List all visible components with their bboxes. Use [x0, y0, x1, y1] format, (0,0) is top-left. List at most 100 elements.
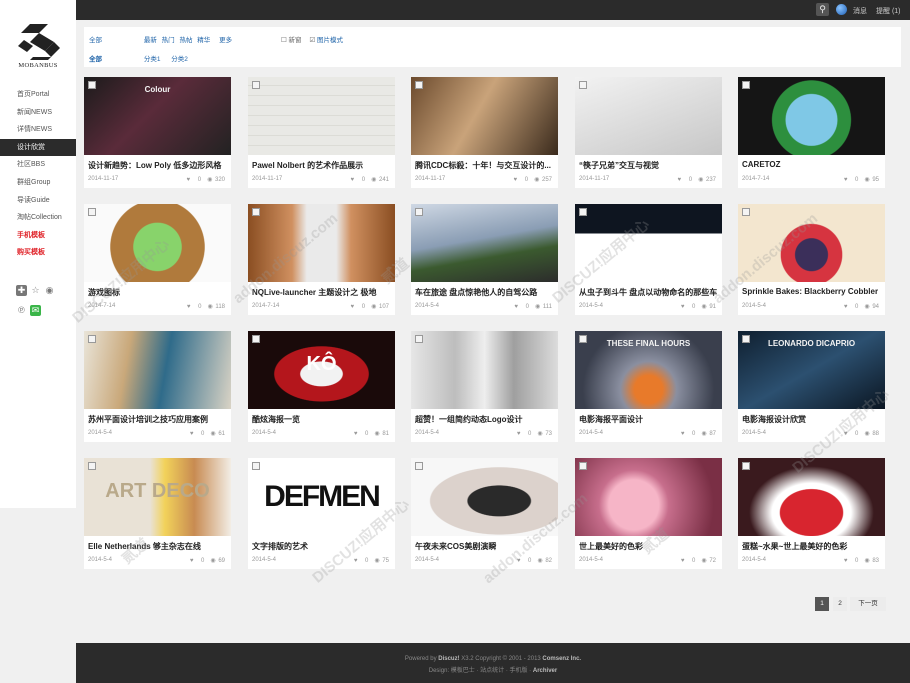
post-title[interactable]: CARETOZ — [742, 160, 882, 169]
globe-icon[interactable] — [836, 4, 847, 15]
post-thumbnail[interactable]: Colour — [84, 77, 231, 155]
post-thumbnail[interactable]: THESE FINAL HOURS — [575, 331, 722, 409]
plus-share-icon[interactable]: ✚ — [16, 285, 27, 296]
post-title[interactable]: Pawel Nolbert 的艺术作品展示 — [252, 160, 392, 171]
post-card[interactable]: Colour 设计新趋势：Low Poly 低多边形风格 2014-11-17 ♥ 0… — [84, 77, 231, 188]
select-checkbox[interactable] — [88, 208, 96, 216]
reminders-link[interactable]: 提醒 (1) — [876, 6, 901, 16]
filter-digest[interactable]: 精华 — [197, 37, 210, 44]
select-checkbox[interactable] — [579, 208, 587, 216]
select-checkbox[interactable] — [415, 208, 423, 216]
search-icon[interactable]: ⚲ — [816, 3, 829, 16]
post-card[interactable]: Sprinkle Bakes: Blackberry Cobbler 2014-5… — [738, 204, 885, 315]
post-card[interactable]: 超赞！一组简约动态Logo设计 2014-5-4 ♥ 0 ◉ 73 — [411, 331, 558, 442]
footer-link-stats[interactable]: 站点统计 — [480, 668, 504, 674]
select-checkbox[interactable] — [252, 81, 260, 89]
footer-discuz-link[interactable]: Discuz! — [438, 656, 459, 662]
select-checkbox[interactable] — [742, 462, 750, 470]
wechat-icon[interactable]: ✉ — [30, 305, 41, 316]
post-thumbnail[interactable]: LEONARDO DICAPRIO — [738, 331, 885, 409]
footer-link-mobanbus[interactable]: 模板巴士 — [451, 668, 475, 674]
post-thumbnail[interactable] — [248, 77, 395, 155]
select-checkbox[interactable] — [742, 208, 750, 216]
post-title[interactable]: 电影海报设计欣赏 — [742, 414, 882, 425]
post-card[interactable]: 游戏图标 2014-7-14 ♥ 0 ◉ 118 — [84, 204, 231, 315]
sidebar-item-2[interactable]: 详情NEWS — [0, 121, 76, 139]
post-thumbnail[interactable] — [575, 458, 722, 536]
next-page-button[interactable]: 下一页 — [850, 597, 886, 611]
select-checkbox[interactable] — [415, 335, 423, 343]
post-thumbnail[interactable] — [411, 331, 558, 409]
select-checkbox[interactable] — [415, 462, 423, 470]
post-title[interactable]: 文字排版的艺术 — [252, 541, 392, 552]
post-card[interactable]: ART DECO Elle Netherlands 够主杂志在线 2014-5-4 ♥… — [84, 458, 231, 569]
post-card[interactable]: 世上最美好的色彩 2014-5-4 ♥ 0 ◉ 72 — [575, 458, 722, 569]
post-thumbnail[interactable] — [411, 77, 558, 155]
sidebar-item-7[interactable]: 淘帖Collection — [0, 209, 76, 227]
post-title[interactable]: 腾讯CDC标殺：十年！与交互设计的... — [415, 160, 555, 171]
sidebar-item-1[interactable]: 新闻NEWS — [0, 104, 76, 122]
post-title[interactable]: 车在旅途 盘点惊艳他人的自驾公路 — [415, 287, 555, 298]
post-card[interactable]: 腾讯CDC标殺：十年！与交互设计的... 2014-11-17 ♥ 0 ◉ 257 — [411, 77, 558, 188]
post-title[interactable]: Sprinkle Bakes: Blackberry Cobbler — [742, 287, 882, 296]
sidebar-item-9[interactable]: 购买模板 — [0, 244, 76, 262]
post-title[interactable]: 苏州平面设计培训之技巧应用案例 — [88, 414, 228, 425]
post-card[interactable]: LEONARDO DICAPRIO 电影海报设计欣赏 2014-5-4 ♥ 0 ◉ 88 — [738, 331, 885, 442]
post-card[interactable]: KÔ 酷炫海报一览 2014-5-4 ♥ 0 ◉ 81 — [248, 331, 395, 442]
select-checkbox[interactable] — [252, 335, 260, 343]
select-checkbox[interactable] — [88, 81, 96, 89]
post-thumbnail[interactable] — [575, 204, 722, 282]
filter-hot[interactable]: 热门 — [162, 37, 175, 44]
weibo-icon[interactable]: ◉ — [44, 285, 55, 296]
post-thumbnail[interactable] — [84, 204, 231, 282]
filter-all[interactable]: 全部 — [89, 34, 139, 44]
post-thumbnail[interactable] — [575, 77, 722, 155]
post-card[interactable]: THESE FINAL HOURS 电影海报平面设计 2014-5-4 ♥ 0 ◉ 87 — [575, 331, 722, 442]
image-mode-checkbox[interactable]: ☑ 图片模式 — [309, 37, 346, 44]
post-card[interactable]: CARETOZ 2014-7-14 ♥ 0 ◉ 95 — [738, 77, 885, 188]
sidebar-item-6[interactable]: 导读Guide — [0, 192, 76, 210]
star-icon[interactable]: ☆ — [30, 285, 41, 296]
pinterest-icon[interactable]: ℗ — [16, 305, 27, 316]
post-card[interactable]: NQLive-launcher 主题设计之 极地 2014-7-14 ♥ 0 ◉ 10… — [248, 204, 395, 315]
post-title[interactable]: “筷子兄弟”交互与视觉 — [579, 160, 719, 171]
select-checkbox[interactable] — [88, 462, 96, 470]
post-title[interactable]: Elle Netherlands 够主杂志在线 — [88, 541, 228, 552]
post-card[interactable]: Pawel Nolbert 的艺术作品展示 2014-11-17 ♥ 0 ◉ 241 — [248, 77, 395, 188]
post-thumbnail[interactable]: ART DECO — [84, 458, 231, 536]
select-checkbox[interactable] — [252, 462, 260, 470]
page-1-button[interactable]: 1 — [815, 597, 829, 611]
post-thumbnail[interactable]: DEFMEN — [248, 458, 395, 536]
select-checkbox[interactable] — [415, 81, 423, 89]
footer-link-archiver[interactable]: Archiver — [533, 668, 557, 674]
post-thumbnail[interactable] — [738, 204, 885, 282]
select-checkbox[interactable] — [742, 81, 750, 89]
post-card[interactable]: 苏州平面设计培训之技巧应用案例 2014-5-4 ♥ 0 ◉ 61 — [84, 331, 231, 442]
post-title[interactable]: 从虫子到斗牛 盘点以动物命名的那些车 — [579, 287, 719, 298]
post-thumbnail[interactable] — [411, 458, 558, 536]
post-title[interactable]: 蛋糕~水果~世上最美好的色彩 — [742, 541, 882, 552]
sidebar-item-5[interactable]: 群组Group — [0, 174, 76, 192]
category-2[interactable]: 分类2 — [171, 56, 188, 63]
select-checkbox[interactable] — [579, 335, 587, 343]
mobanbus-logo[interactable] — [18, 24, 60, 60]
select-checkbox[interactable] — [88, 335, 96, 343]
post-card[interactable]: 车在旅途 盘点惊艳他人的自驾公路 2014-5-4 ♥ 0 ◉ 111 — [411, 204, 558, 315]
sidebar-item-0[interactable]: 首页Portal — [0, 86, 76, 104]
post-card[interactable]: DEFMEN 文字排版的艺术 2014-5-4 ♥ 0 ◉ 75 — [248, 458, 395, 569]
filter-latest[interactable]: 最新 — [144, 37, 157, 44]
post-card[interactable]: 午夜未来COS美剧演瞬 2014-5-4 ♥ 0 ◉ 82 — [411, 458, 558, 569]
post-thumbnail[interactable] — [248, 204, 395, 282]
sidebar-item-8[interactable]: 手机模板 — [0, 227, 76, 245]
post-title[interactable]: 酷炫海报一览 — [252, 414, 392, 425]
post-card[interactable]: “筷子兄弟”交互与视觉 2014-11-17 ♥ 0 ◉ 237 — [575, 77, 722, 188]
footer-company-link[interactable]: Comsenz Inc. — [542, 656, 581, 662]
select-checkbox[interactable] — [579, 462, 587, 470]
post-thumbnail[interactable] — [738, 458, 885, 536]
post-title[interactable]: NQLive-launcher 主题设计之 极地 — [252, 287, 392, 298]
post-title[interactable]: 游戏图标 — [88, 287, 228, 298]
post-title[interactable]: 世上最美好的色彩 — [579, 541, 719, 552]
messages-link[interactable]: 消息 — [853, 6, 867, 16]
post-thumbnail[interactable] — [84, 331, 231, 409]
post-title[interactable]: 午夜未来COS美剧演瞬 — [415, 541, 555, 552]
